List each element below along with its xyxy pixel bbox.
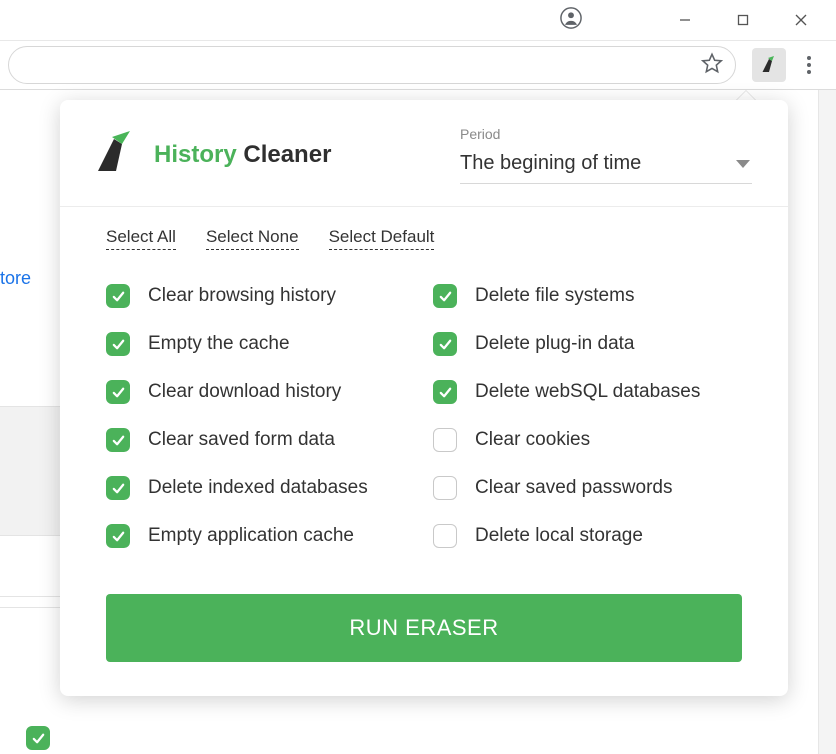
period-label: Period (460, 126, 752, 142)
option-checkbox[interactable] (106, 428, 130, 452)
page-decoration (0, 596, 60, 608)
omnibox[interactable] (8, 46, 736, 84)
option-checkbox[interactable] (106, 524, 130, 548)
period-value: The begining of time (460, 152, 641, 175)
option-checkbox[interactable] (433, 476, 457, 500)
window-close-button[interactable] (772, 0, 830, 40)
option-checkbox[interactable] (433, 428, 457, 452)
select-default-link[interactable]: Select Default (329, 227, 435, 250)
window-maximize-button[interactable] (714, 0, 772, 40)
broom-icon (92, 129, 140, 182)
option-item: Delete local storage (433, 524, 742, 548)
option-checkbox[interactable] (433, 284, 457, 308)
select-none-link[interactable]: Select None (206, 227, 299, 250)
option-label: Empty the cache (148, 333, 290, 355)
webstore-link-fragment[interactable]: tore (0, 268, 31, 289)
option-label: Clear browsing history (148, 285, 336, 307)
option-checkbox[interactable] (106, 284, 130, 308)
option-item: Clear browsing history (106, 284, 415, 308)
browser-menu-button[interactable] (792, 48, 826, 82)
option-label: Delete file systems (475, 285, 634, 307)
option-label: Delete webSQL databases (475, 381, 700, 403)
select-all-link[interactable]: Select All (106, 227, 176, 250)
period-field: Period The begining of time (460, 126, 752, 184)
vertical-scrollbar[interactable] (818, 90, 836, 754)
run-eraser-button[interactable]: RUN ERASER (106, 594, 742, 662)
window-titlebar (0, 0, 836, 40)
option-checkbox[interactable] (106, 476, 130, 500)
option-item: Clear cookies (433, 428, 742, 452)
option-item: Delete plug-in data (433, 332, 742, 356)
option-checkbox[interactable] (433, 380, 457, 404)
stray-checkbox[interactable] (26, 726, 50, 751)
option-item: Delete webSQL databases (433, 380, 742, 404)
popup-header: History Cleaner Period The begining of t… (60, 100, 788, 207)
extension-button-history-cleaner[interactable] (752, 48, 786, 82)
option-item: Clear saved form data (106, 428, 415, 452)
window-minimize-button[interactable] (656, 0, 714, 40)
page-content: tore History Cleaner (0, 90, 836, 754)
bookmark-star-icon[interactable] (701, 52, 723, 79)
option-item: Empty application cache (106, 524, 415, 548)
option-label: Delete plug-in data (475, 333, 635, 355)
option-label: Clear cookies (475, 429, 590, 451)
options-grid: Clear browsing history Delete file system… (60, 260, 788, 560)
browser-toolbar (0, 40, 836, 90)
option-item: Empty the cache (106, 332, 415, 356)
option-label: Delete local storage (475, 525, 643, 547)
extension-popup: History Cleaner Period The begining of t… (60, 100, 788, 696)
option-item: Clear download history (106, 380, 415, 404)
option-checkbox[interactable] (106, 332, 130, 356)
option-label: Clear download history (148, 381, 341, 403)
period-dropdown[interactable]: The begining of time (460, 148, 752, 184)
option-label: Clear saved form data (148, 429, 335, 451)
option-label: Empty application cache (148, 525, 354, 547)
option-item: Clear saved passwords (433, 476, 742, 500)
option-checkbox[interactable] (433, 524, 457, 548)
option-label: Delete indexed databases (148, 477, 368, 499)
option-item: Delete indexed databases (106, 476, 415, 500)
brand-name: History Cleaner (154, 141, 331, 169)
selection-links-row: Select All Select None Select Default (60, 207, 788, 260)
option-checkbox[interactable] (433, 332, 457, 356)
option-checkbox[interactable] (106, 380, 130, 404)
brand: History Cleaner (92, 129, 331, 182)
page-decoration (0, 406, 60, 536)
chevron-down-icon (736, 160, 750, 168)
option-label: Clear saved passwords (475, 477, 672, 499)
profile-icon[interactable] (560, 7, 582, 34)
option-item: Delete file systems (433, 284, 742, 308)
